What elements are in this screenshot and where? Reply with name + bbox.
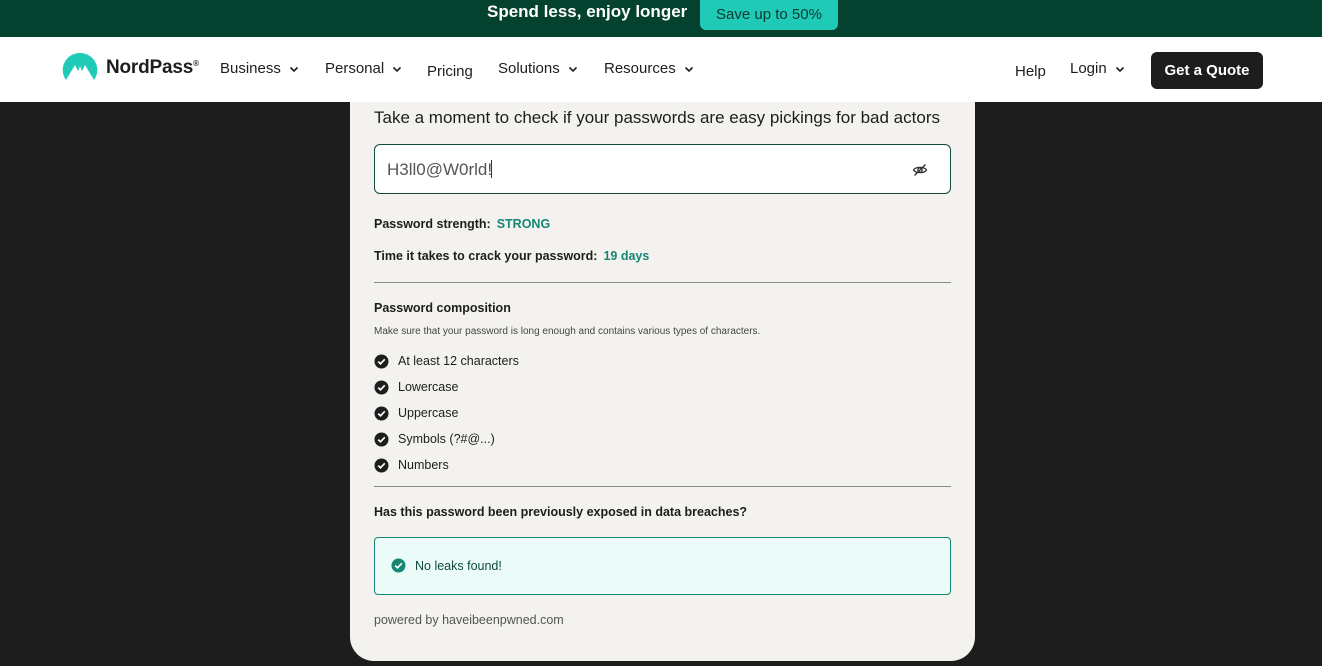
nav-business[interactable]: Business — [220, 60, 299, 77]
check-circle-icon — [374, 432, 389, 446]
nav-login[interactable]: Login — [1070, 60, 1125, 77]
nav-business-label: Business — [220, 60, 281, 77]
strength-row: Password strength: STRONG — [374, 217, 550, 231]
nordpass-logo-icon — [62, 52, 98, 80]
chevron-down-icon — [684, 66, 693, 72]
criteria-item: At least 12 characters — [374, 348, 519, 374]
criteria-label: At least 12 characters — [398, 354, 519, 368]
chevron-down-icon — [1115, 66, 1124, 72]
check-circle-icon — [374, 458, 389, 472]
nav-personal-label: Personal — [325, 60, 385, 77]
strength-value: STRONG — [496, 217, 551, 231]
nav-help[interactable]: Help — [1015, 63, 1046, 80]
nav-resources[interactable]: Resources — [604, 60, 694, 77]
criteria-item: Uppercase — [374, 400, 519, 426]
password-checker-card: Take a moment to check if your passwords… — [350, 102, 975, 661]
password-value[interactable]: H3ll0@W0rld! — [387, 160, 493, 180]
nav-pricing[interactable]: Pricing — [427, 63, 473, 80]
promo-button[interactable]: Save up to 50% — [700, 0, 838, 30]
chevron-down-icon — [568, 66, 577, 72]
criteria-label: Uppercase — [398, 406, 459, 420]
criteria-label: Numbers — [398, 458, 449, 472]
check-circle-icon — [374, 380, 389, 394]
crack-time-value: 19 days — [603, 249, 650, 263]
crack-time-row: Time it takes to crack your password: 19 … — [374, 249, 649, 263]
nav-login-label: Login — [1070, 60, 1107, 77]
chevron-down-icon — [289, 66, 298, 72]
brand-name: NordPass® — [106, 57, 199, 78]
divider — [374, 486, 951, 487]
composition-hint: Make sure that your password is long eno… — [374, 326, 761, 337]
check-circle-icon — [374, 354, 389, 368]
breach-result-box: No leaks found! — [374, 537, 951, 595]
strength-label: Password strength: — [374, 217, 491, 231]
nav-help-label: Help — [1015, 63, 1046, 80]
criteria-item: Numbers — [374, 452, 519, 478]
breach-result-text: No leaks found! — [415, 558, 502, 573]
nav-personal[interactable]: Personal — [325, 60, 402, 77]
criteria-label: Lowercase — [398, 380, 459, 394]
password-input[interactable]: H3ll0@W0rld! — [374, 144, 951, 194]
nav-resources-label: Resources — [604, 60, 676, 77]
divider — [374, 282, 951, 283]
composition-title: Password composition — [374, 301, 511, 315]
check-circle-icon — [391, 558, 406, 573]
nav-solutions-label: Solutions — [498, 60, 560, 77]
criteria-item: Lowercase — [374, 374, 519, 400]
main-nav: NordPass® Business Personal Pricing Solu… — [0, 37, 1322, 102]
eye-slash-icon[interactable] — [912, 162, 928, 178]
brand-logo[interactable]: NordPass® — [62, 52, 199, 84]
breach-question: Has this password been previously expose… — [374, 505, 748, 519]
check-circle-icon — [374, 406, 389, 420]
powered-by: powered by haveibeenpwned.com — [374, 613, 564, 627]
composition-checklist: At least 12 characters Lowercase Upperca… — [374, 348, 519, 478]
checker-intro: Take a moment to check if your passwords… — [374, 108, 940, 127]
nav-solutions[interactable]: Solutions — [498, 60, 578, 77]
criteria-label: Symbols (?#@...) — [398, 432, 495, 446]
promo-text: Spend less, enjoy longer — [487, 2, 688, 21]
crack-time-label: Time it takes to crack your password: — [374, 249, 598, 263]
criteria-item: Symbols (?#@...) — [374, 426, 519, 452]
text-caret — [491, 160, 493, 178]
promo-banner: Spend less, enjoy longer Save up to 50% — [0, 0, 1322, 37]
chevron-down-icon — [393, 66, 402, 72]
nav-pricing-label: Pricing — [427, 63, 473, 80]
get-quote-button[interactable]: Get a Quote — [1151, 52, 1263, 89]
